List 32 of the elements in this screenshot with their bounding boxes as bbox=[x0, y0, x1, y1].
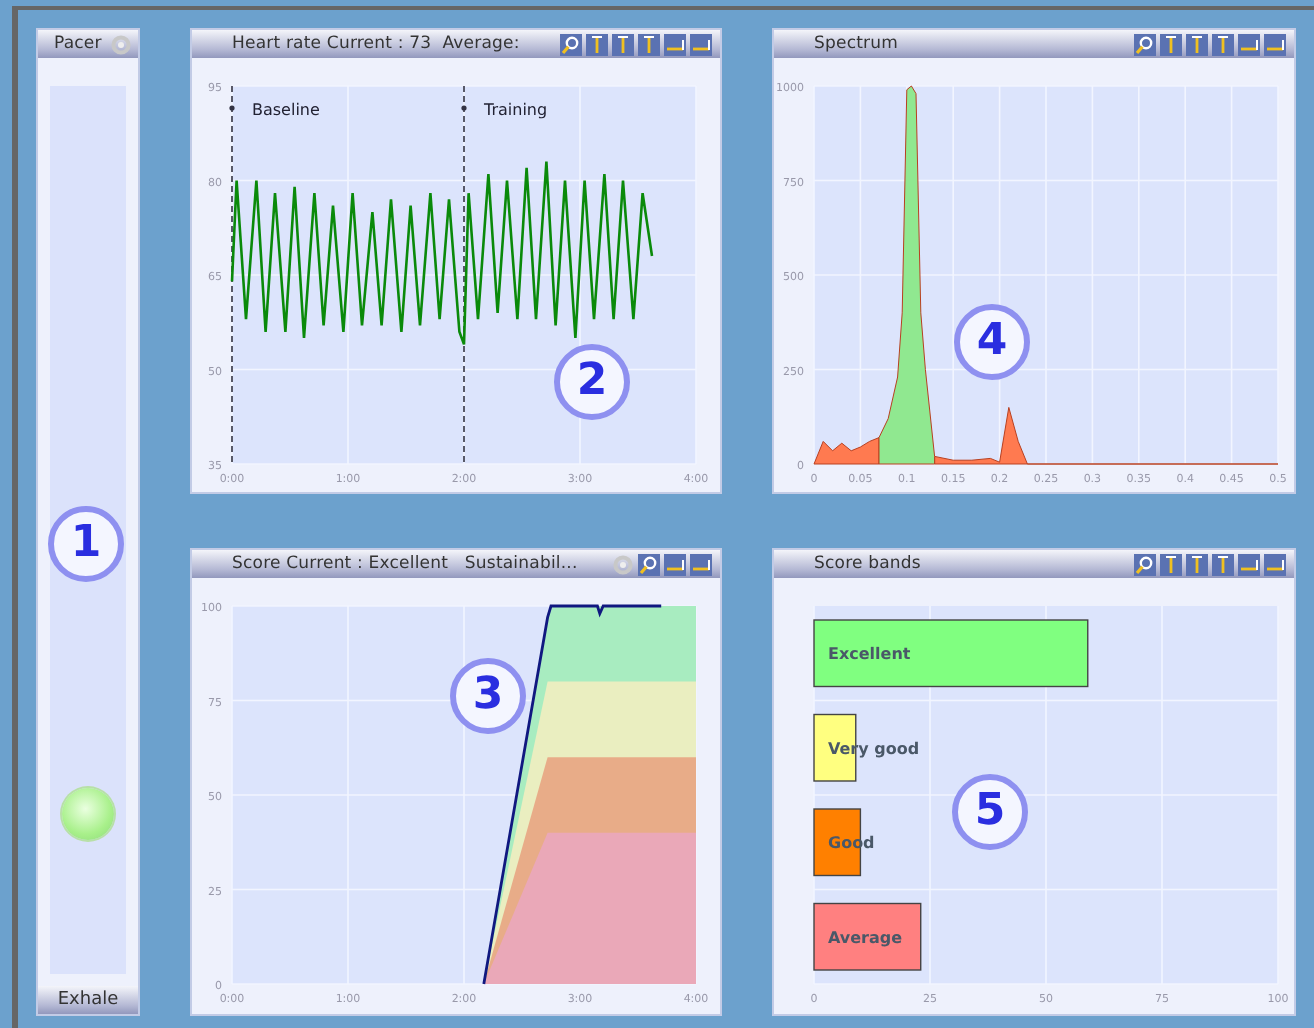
y-axis-icon[interactable] bbox=[638, 33, 660, 55]
y-axis-icon[interactable] bbox=[612, 33, 634, 55]
panel-title: Pacer bbox=[54, 34, 102, 54]
zoom-icon[interactable] bbox=[1134, 33, 1156, 55]
marker-label: Baseline bbox=[252, 101, 320, 119]
bar-label: Excellent bbox=[828, 645, 911, 664]
score-bar bbox=[813, 902, 922, 971]
pacer-phase-label: Exhale bbox=[38, 986, 138, 1014]
y-axis-icon[interactable] bbox=[1160, 553, 1182, 575]
y-axis-icon[interactable] bbox=[1212, 553, 1234, 575]
panel-title: Heart rate Current : 73 Average: bbox=[232, 34, 520, 54]
x-axis-icon[interactable] bbox=[690, 553, 712, 575]
x-axis-icon[interactable] bbox=[1238, 33, 1260, 55]
zoom-icon[interactable] bbox=[560, 33, 582, 55]
x-axis-icon[interactable] bbox=[690, 33, 712, 55]
bar-label: Average bbox=[828, 928, 903, 947]
zoom-icon[interactable] bbox=[638, 553, 660, 575]
y-axis-icon[interactable] bbox=[1212, 33, 1234, 55]
x-axis-icon[interactable] bbox=[664, 553, 686, 575]
panel-title: Spectrum bbox=[814, 34, 898, 54]
panel-title: Score Current : Excellent Sustainabil... bbox=[232, 554, 578, 574]
x-axis-icon[interactable] bbox=[1238, 553, 1260, 575]
x-axis-icon[interactable] bbox=[664, 33, 686, 55]
marker-label: Training bbox=[484, 101, 548, 119]
y-axis-icon[interactable] bbox=[1186, 33, 1208, 55]
y-axis-icon[interactable] bbox=[1160, 33, 1182, 55]
panel-title: Score bands bbox=[814, 554, 921, 574]
x-axis-icon[interactable] bbox=[1264, 33, 1286, 55]
x-axis-icon[interactable] bbox=[1264, 553, 1286, 575]
y-axis-icon[interactable] bbox=[1186, 553, 1208, 575]
zoom-icon[interactable] bbox=[1134, 553, 1156, 575]
y-axis-icon[interactable] bbox=[586, 33, 608, 55]
